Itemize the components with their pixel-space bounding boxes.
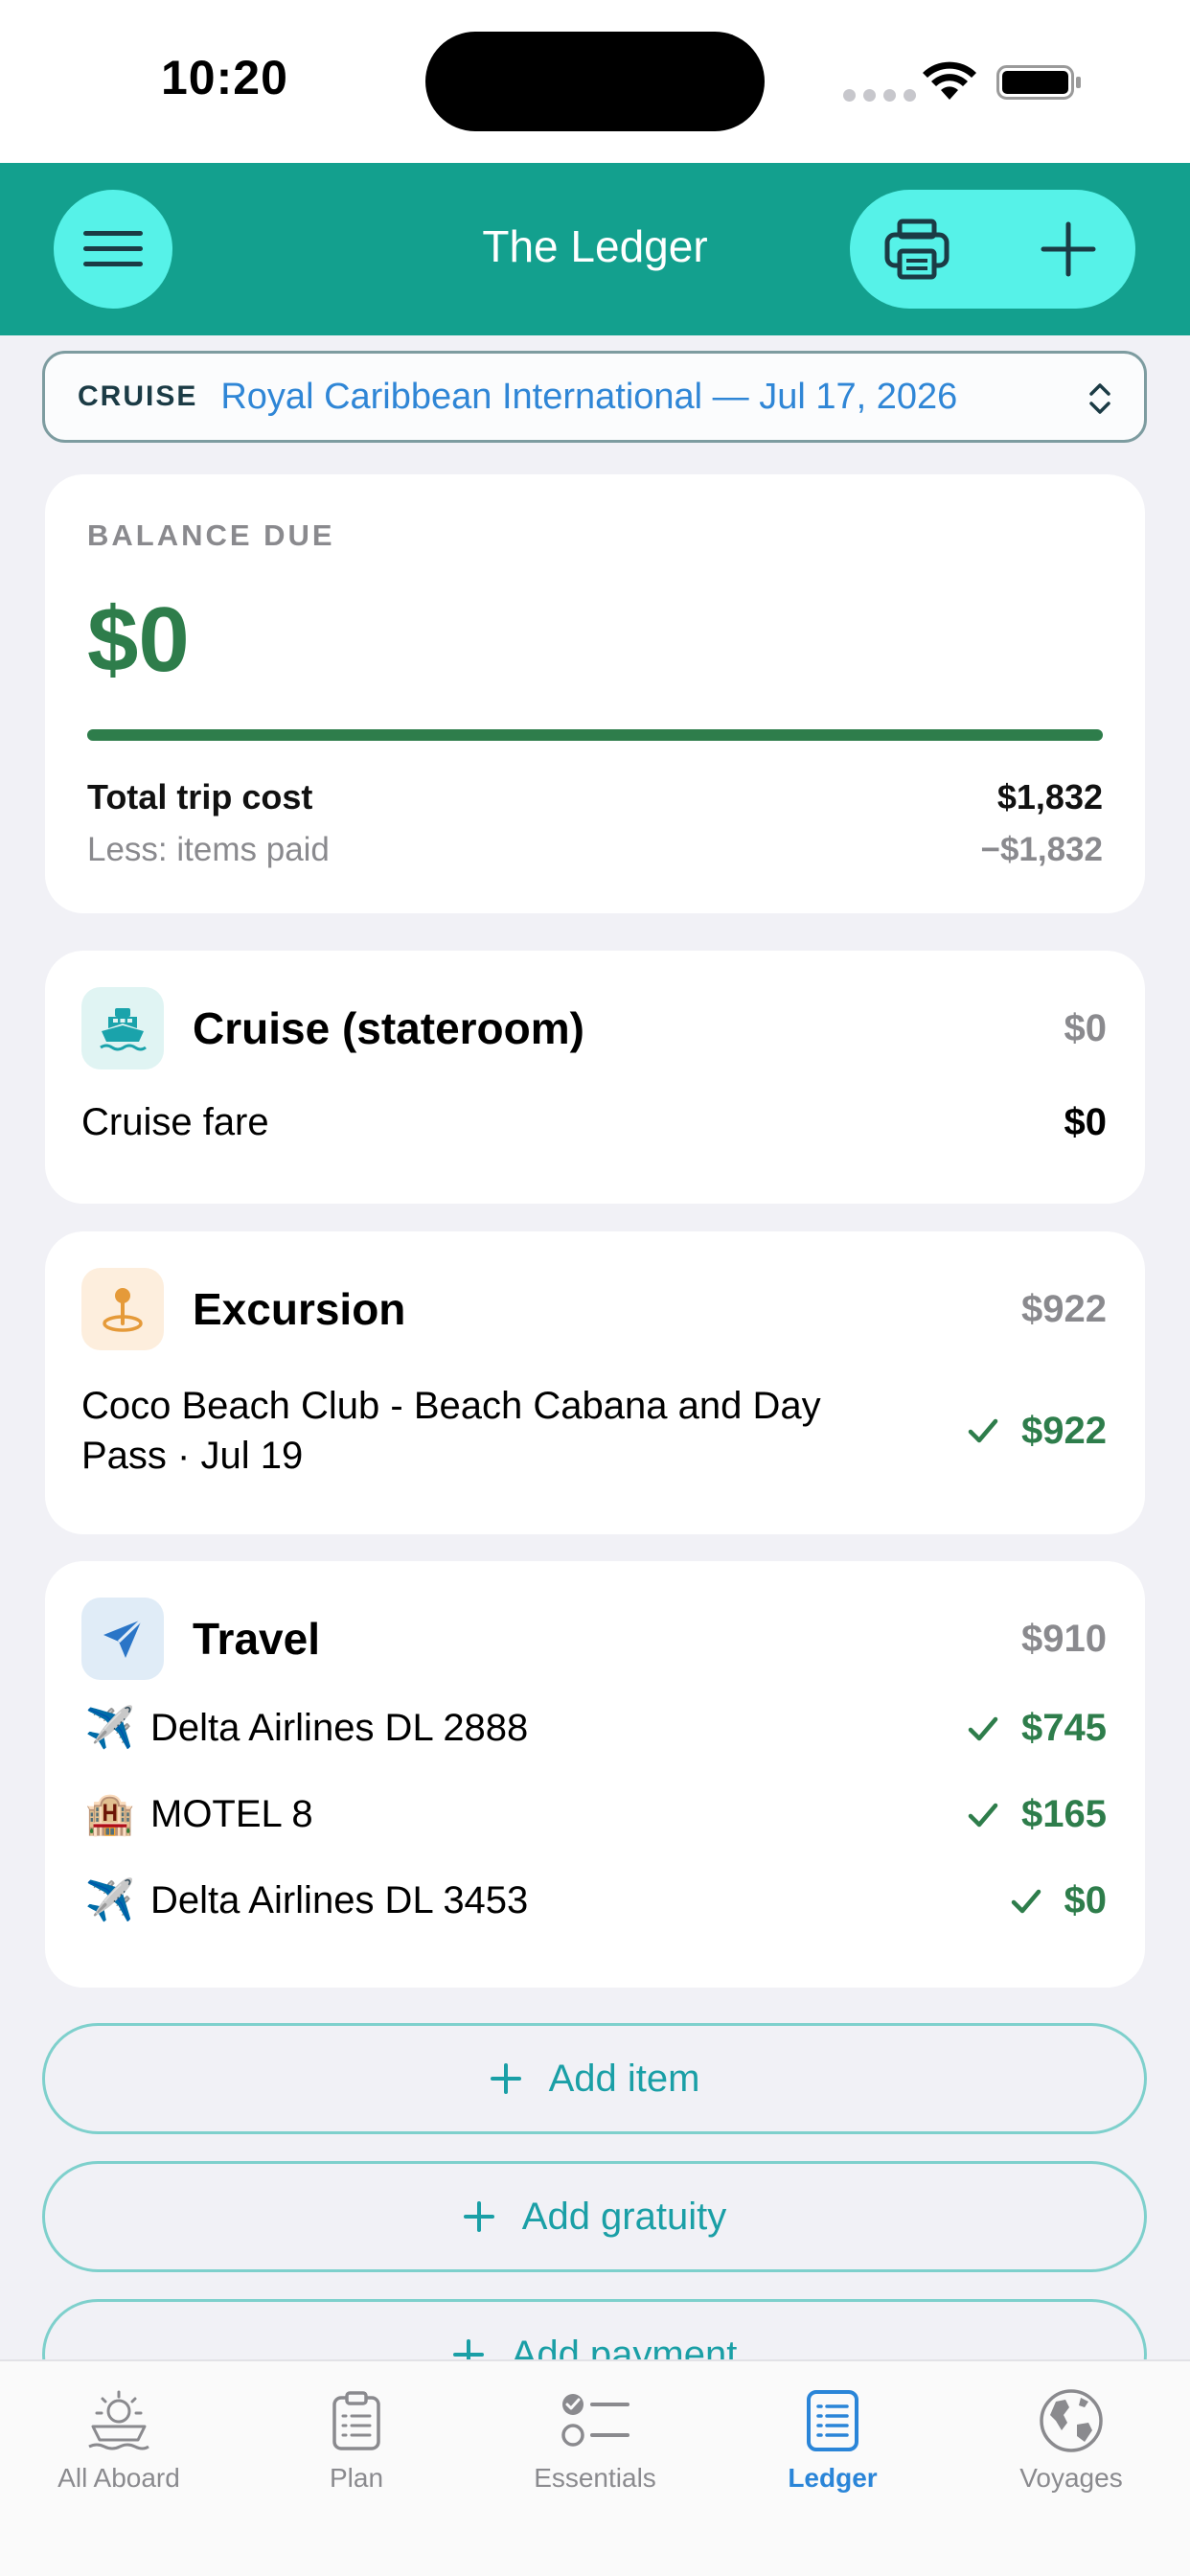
cruise-selector[interactable]: CRUISE Royal Caribbean International — J… xyxy=(42,351,1147,443)
plus-icon xyxy=(463,2201,494,2232)
item-name-wrap: ✈️ Delta Airlines DL 2888 xyxy=(81,1705,528,1752)
item-amount-value: $745 xyxy=(1021,1707,1107,1749)
total-trip-cost-row: Total trip cost $1,832 xyxy=(87,777,1103,817)
category-card-excursion[interactable]: Excursion $922 Coco Beach Club - Beach C… xyxy=(45,1231,1145,1534)
add-gratuity-button[interactable]: Add gratuity xyxy=(42,2161,1147,2272)
status-bar: 10:20 xyxy=(0,0,1190,163)
tab-bar: All Aboard Plan Essentials Ledger Voyage… xyxy=(0,2359,1190,2576)
item-name-wrap: 🏨 MOTEL 8 xyxy=(81,1791,313,1838)
tab-all-aboard[interactable]: All Aboard xyxy=(0,2382,238,2494)
category-title: Excursion xyxy=(193,1284,406,1334)
ledger-item-row[interactable]: Cruise fare $0 xyxy=(81,1101,1107,1144)
app-header: The Ledger xyxy=(0,163,1190,335)
category-header: Excursion $922 xyxy=(81,1268,1107,1350)
items-paid-value: −$1,832 xyxy=(980,831,1104,868)
category-card-cruise[interactable]: Cruise (stateroom) $0 Cruise fare $0 xyxy=(45,951,1145,1204)
checkmark-icon xyxy=(968,1418,998,1443)
category-title: Cruise (stateroom) xyxy=(193,1003,584,1053)
battery-icon xyxy=(996,65,1081,100)
tab-voyages[interactable]: Voyages xyxy=(952,2382,1190,2494)
tab-ledger[interactable]: Ledger xyxy=(714,2382,951,2494)
airplane-icon: ✈️ xyxy=(84,1877,136,1922)
ledger-item-row[interactable]: ✈️ Delta Airlines DL 3453 $0 xyxy=(81,1877,1107,1924)
globe-icon xyxy=(1040,2389,1103,2452)
payment-progress-bar xyxy=(87,729,1103,741)
ledger-icon xyxy=(807,2390,858,2451)
item-amount-value: $922 xyxy=(1021,1409,1107,1452)
balance-amount: $0 xyxy=(87,588,190,691)
map-pin-icon xyxy=(81,1268,164,1350)
tab-essentials[interactable]: Essentials xyxy=(476,2382,714,2494)
category-header: Cruise (stateroom) $0 xyxy=(81,987,1107,1070)
cellular-signal-icon xyxy=(843,89,916,102)
printer-icon[interactable] xyxy=(884,218,950,280)
checkmark-icon xyxy=(968,1716,998,1740)
item-name: Cruise fare xyxy=(81,1101,269,1143)
header-action-group xyxy=(850,190,1135,309)
balance-label: BALANCE DUE xyxy=(87,518,335,552)
item-amount: $922 xyxy=(968,1410,1107,1453)
ledger-item-row[interactable]: Coco Beach Club - Beach Cabana and Day P… xyxy=(81,1381,1107,1481)
category-total: $922 xyxy=(1021,1287,1107,1330)
tab-plan[interactable]: Plan xyxy=(238,2382,475,2494)
item-amount: $165 xyxy=(968,1793,1107,1836)
item-amount-value: $0 xyxy=(1064,1879,1108,1921)
cruise-tag: CRUISE xyxy=(78,380,198,412)
add-gratuity-label: Add gratuity xyxy=(521,2195,727,2238)
items-paid-row: Less: items paid −$1,832 xyxy=(87,831,1103,869)
tab-label: Voyages xyxy=(1019,2463,1123,2493)
category-total: $910 xyxy=(1021,1617,1107,1660)
payment-progress-fill xyxy=(87,729,1103,741)
plus-icon[interactable] xyxy=(1040,220,1097,278)
wifi-icon xyxy=(923,61,976,100)
category-title: Travel xyxy=(193,1614,320,1664)
clipboard-icon xyxy=(332,2391,380,2450)
tab-label: Essentials xyxy=(534,2463,656,2493)
tab-label: Plan xyxy=(329,2463,384,2493)
category-total: $0 xyxy=(1064,1006,1108,1049)
item-name: Delta Airlines DL 2888 xyxy=(150,1707,529,1749)
total-trip-cost-value: $1,832 xyxy=(996,777,1103,816)
ship-icon xyxy=(81,987,164,1070)
paper-plane-icon xyxy=(81,1598,164,1680)
ledger-item-row[interactable]: ✈️ Delta Airlines DL 2888 $745 xyxy=(81,1705,1107,1752)
hotel-icon: 🏨 xyxy=(84,1791,136,1836)
item-name-wrap: ✈️ Delta Airlines DL 3453 xyxy=(81,1877,528,1924)
balance-card: BALANCE DUE $0 Total trip cost $1,832 Le… xyxy=(45,474,1145,913)
tab-label: Ledger xyxy=(788,2463,878,2493)
cruise-selector-value: Royal Caribbean International — Jul 17, … xyxy=(220,376,958,417)
item-name: MOTEL 8 xyxy=(150,1793,313,1835)
item-amount: $0 xyxy=(1064,1101,1108,1143)
tab-label: All Aboard xyxy=(57,2463,180,2493)
total-trip-cost-label: Total trip cost xyxy=(87,777,313,816)
status-time: 10:20 xyxy=(161,51,288,104)
dynamic-island xyxy=(425,32,765,131)
item-name: Delta Airlines DL 3453 xyxy=(150,1879,529,1921)
category-card-travel[interactable]: Travel $910 ✈️ Delta Airlines DL 2888 $7… xyxy=(45,1561,1145,1988)
checkmark-icon xyxy=(1011,1889,1041,1913)
add-item-button[interactable]: Add item xyxy=(42,2023,1147,2134)
checklist-icon xyxy=(561,2394,629,2447)
item-amount: $745 xyxy=(968,1707,1107,1750)
chevron-up-down-icon xyxy=(1089,383,1110,414)
item-amount-value: $165 xyxy=(1021,1793,1107,1835)
airplane-icon: ✈️ xyxy=(84,1705,136,1750)
item-name: Coco Beach Club - Beach Cabana and Day P… xyxy=(81,1385,821,1477)
checkmark-icon xyxy=(968,1803,998,1827)
add-item-label: Add item xyxy=(548,2057,700,2100)
plus-icon xyxy=(490,2063,521,2094)
items-paid-label: Less: items paid xyxy=(87,831,330,868)
ledger-item-row[interactable]: 🏨 MOTEL 8 $165 xyxy=(81,1791,1107,1838)
ship-sun-icon xyxy=(88,2390,149,2450)
category-header: Travel $910 xyxy=(81,1598,1107,1680)
item-amount: $0 xyxy=(1011,1879,1108,1922)
